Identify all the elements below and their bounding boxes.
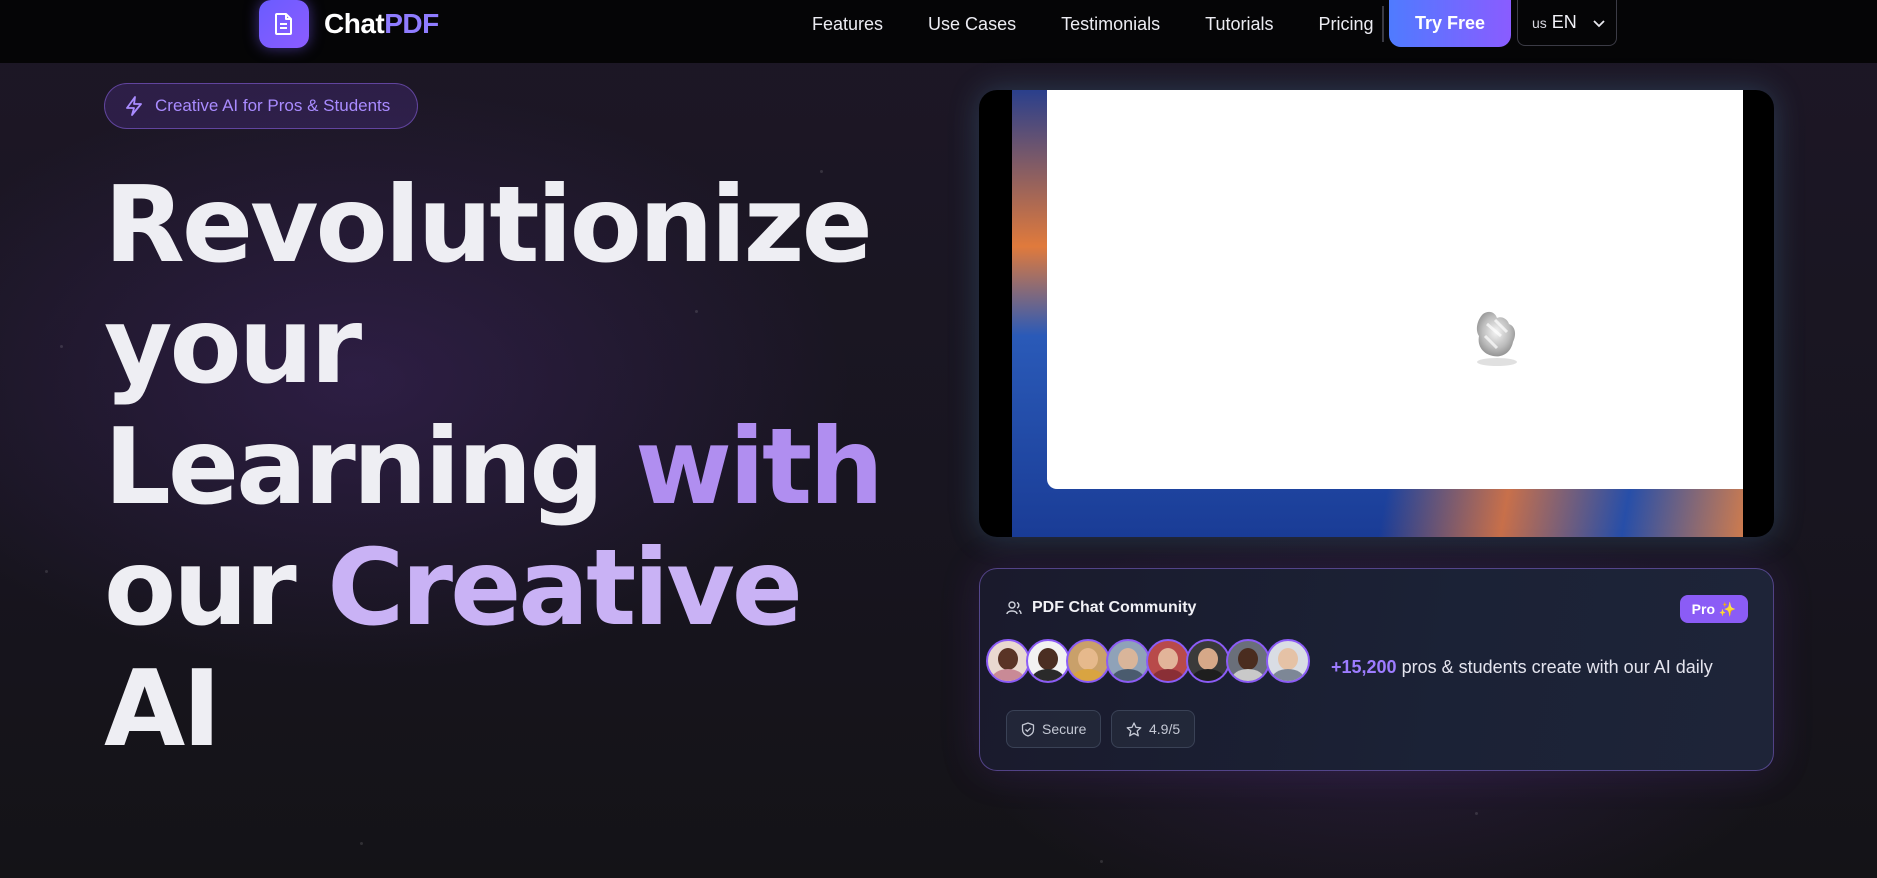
nav-link-use-cases[interactable]: Use Cases	[928, 14, 1016, 35]
nav-link-pricing[interactable]: Pricing	[1318, 14, 1373, 35]
logo-text: ChatPDF	[324, 8, 439, 40]
nav-link-tutorials[interactable]: Tutorials	[1205, 14, 1273, 35]
headline-word-creative: Creative	[327, 527, 803, 649]
users-icon	[1006, 600, 1022, 616]
language-select[interactable]: us EN	[1517, 0, 1617, 46]
language-flag: us	[1532, 14, 1547, 31]
avatar	[1226, 639, 1270, 683]
chevron-down-icon	[1593, 12, 1605, 33]
headline-line-1: Revolutionize	[104, 164, 873, 286]
community-title-label: PDF Chat Community	[1032, 599, 1197, 616]
loading-cursor-icon	[1467, 306, 1525, 368]
hero-headline: Revolutionize your Learning with our Cre…	[104, 164, 884, 770]
nav-link-testimonials[interactable]: Testimonials	[1061, 14, 1160, 35]
headline-word-learning: Learning	[104, 406, 604, 528]
secure-chip-label: Secure	[1042, 721, 1087, 737]
avatar	[1186, 639, 1230, 683]
headline-line-2: your	[104, 285, 362, 407]
rating-chip: 4.9/5	[1111, 710, 1196, 748]
page: ChatPDF Features Use Cases Testimonials …	[0, 0, 1877, 878]
community-stat: +15,200 pros & students create with our A…	[1331, 657, 1713, 678]
logo-text-pdf: PDF	[384, 8, 439, 39]
headline-line-5: AI	[104, 648, 221, 770]
avatar	[986, 639, 1030, 683]
logo-text-chat: Chat	[324, 8, 385, 39]
avatar	[1266, 639, 1310, 683]
background-star	[1475, 812, 1478, 815]
avatar	[1026, 639, 1070, 683]
community-card: PDF Chat Community Pro ✨ +15,200 pros & s…	[979, 568, 1774, 771]
avatar	[1146, 639, 1190, 683]
demo-video[interactable]	[979, 90, 1774, 537]
background-star	[60, 345, 63, 348]
background-star	[360, 842, 363, 845]
nav-links: Features Use Cases Testimonials Tutorial…	[812, 0, 1419, 48]
language-code: EN	[1551, 12, 1577, 32]
top-nav: ChatPDF Features Use Cases Testimonials …	[0, 0, 1877, 63]
pro-badge: Pro ✨	[1680, 595, 1748, 623]
community-title: PDF Chat Community	[1006, 599, 1196, 617]
logo[interactable]: ChatPDF	[259, 0, 439, 48]
secure-chip: Secure	[1006, 710, 1102, 748]
shield-check-icon	[1021, 721, 1035, 737]
background-star	[45, 570, 48, 573]
headline-line-4: our Creative	[104, 528, 864, 649]
nav-divider	[1382, 6, 1384, 42]
nav-link-features[interactable]: Features	[812, 14, 883, 35]
avatar	[1066, 639, 1110, 683]
star-icon	[1126, 721, 1142, 737]
headline-word-our: our	[104, 527, 297, 649]
headline-word-with: with	[634, 406, 884, 528]
avatar	[1106, 639, 1150, 683]
document-icon	[259, 0, 309, 48]
try-free-button[interactable]: Try Free	[1389, 0, 1511, 47]
community-count: +15,200	[1331, 657, 1397, 677]
rating-chip-label: 4.9/5	[1149, 721, 1181, 737]
background-star	[1100, 860, 1103, 863]
lightning-icon	[125, 96, 143, 116]
community-stat-text: pros & students create with our AI daily	[1401, 657, 1713, 677]
hero-badge-label: Creative AI for Pros & Students	[155, 96, 391, 115]
video-app-window	[1047, 90, 1743, 489]
avatar-group	[986, 639, 1310, 687]
headline-line-3: Learning with	[104, 406, 884, 528]
hero-badge: Creative AI for Pros & Students	[104, 83, 418, 129]
